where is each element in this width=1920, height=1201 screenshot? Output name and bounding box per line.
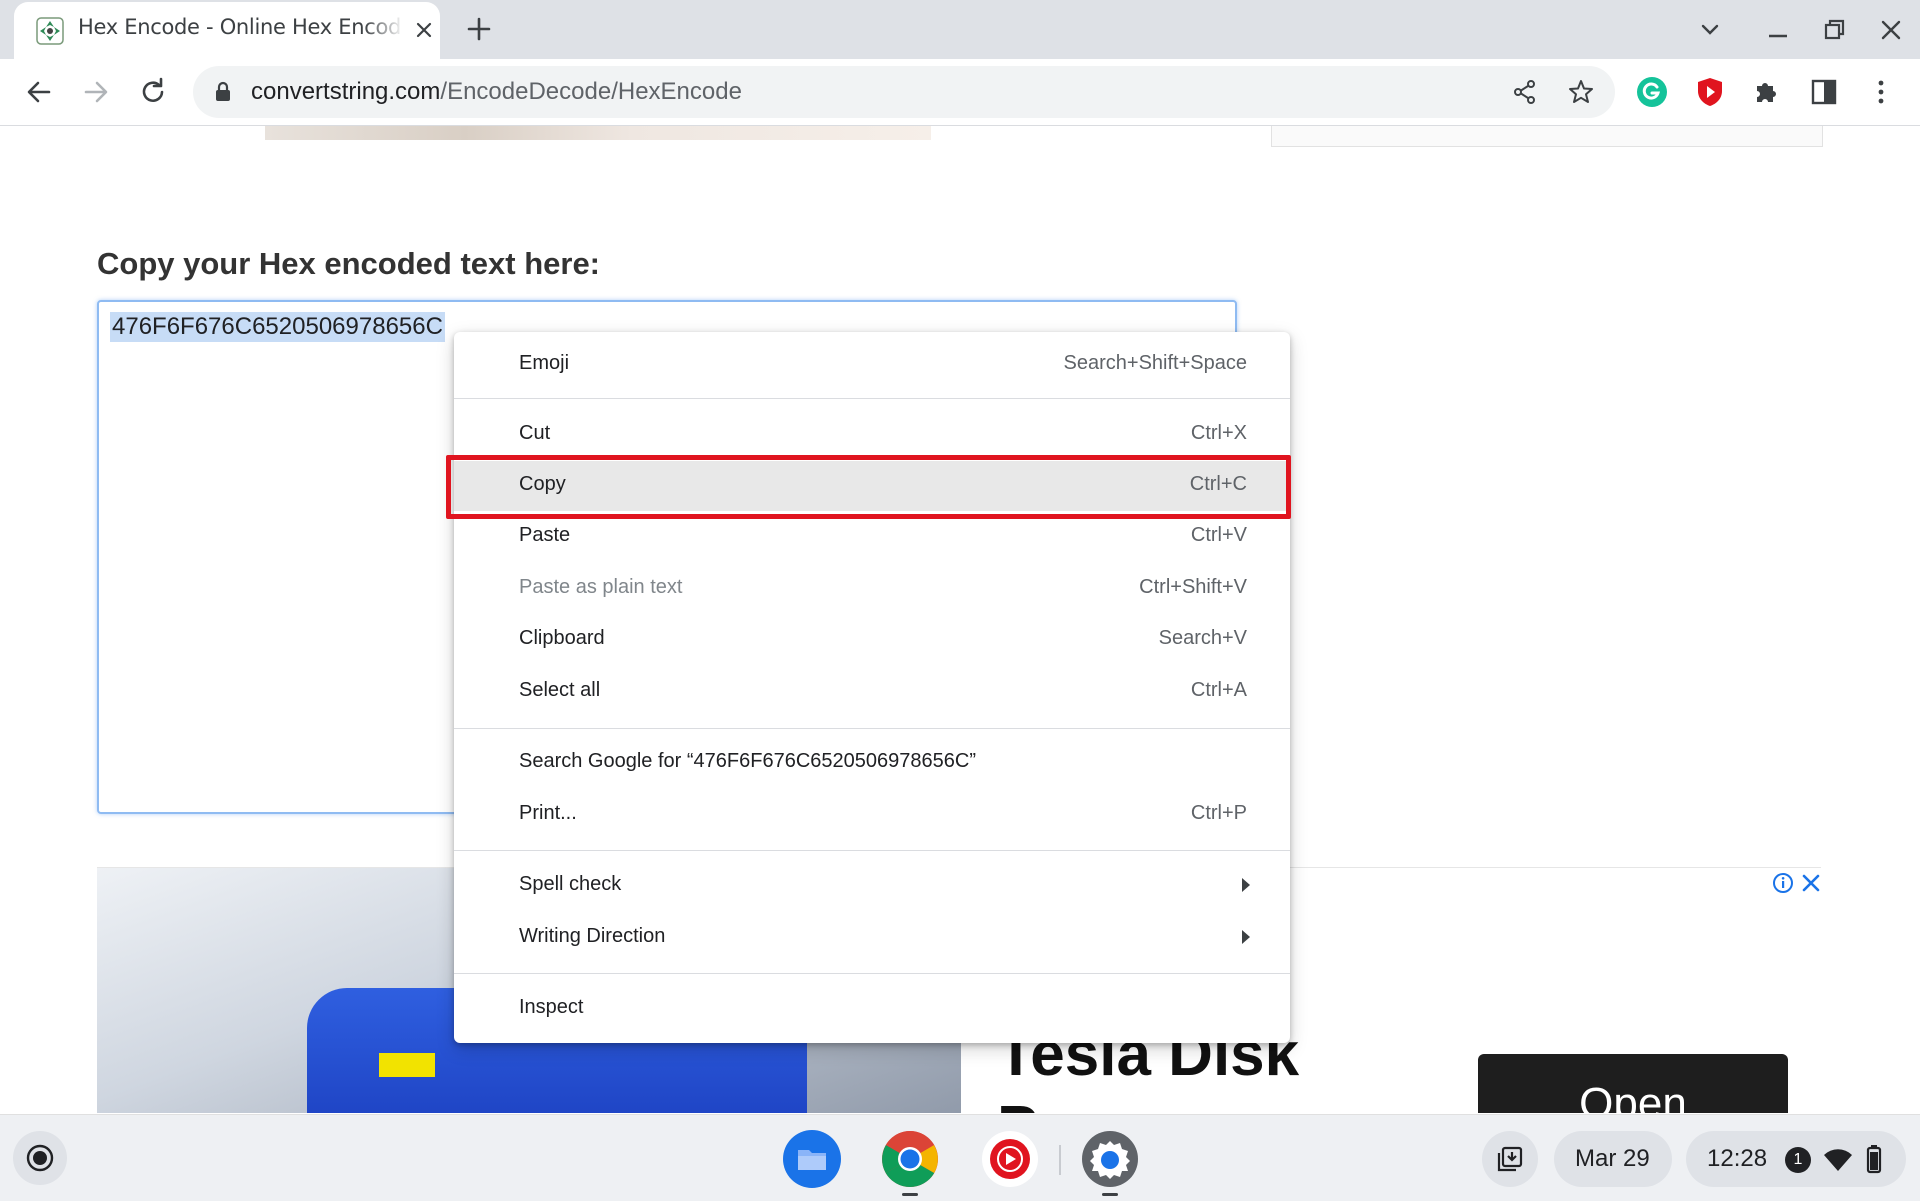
side-panel-icon[interactable] bbox=[1808, 76, 1840, 108]
submenu-arrow-icon bbox=[1242, 930, 1250, 944]
menu-item-label: Search Google for “476F6F676C65205069786… bbox=[519, 750, 976, 772]
menu-item-print[interactable]: Print... Ctrl+P bbox=[454, 790, 1290, 840]
top-image-partial bbox=[265, 126, 931, 140]
menu-item-search-google[interactable]: Search Google for “476F6F676C65205069786… bbox=[454, 738, 1290, 788]
menu-item-writing-direction[interactable]: Writing Direction bbox=[454, 913, 1290, 963]
ad-open-button[interactable]: Open bbox=[1478, 1054, 1788, 1113]
date-text: Mar 29 bbox=[1575, 1145, 1650, 1172]
settings-app-icon[interactable] bbox=[1080, 1129, 1140, 1189]
url-text: convertstring.com/EncodeDecode/HexEncode bbox=[251, 78, 742, 106]
menu-separator bbox=[454, 398, 1290, 399]
menu-item-clipboard[interactable]: Clipboard Search+V bbox=[454, 615, 1290, 665]
adblock-shield-icon[interactable] bbox=[1694, 76, 1726, 108]
menu-item-shortcut: Ctrl+X bbox=[1190, 422, 1247, 444]
menu-separator bbox=[454, 850, 1290, 851]
browser-toolbar: convertstring.com/EncodeDecode/HexEncode bbox=[0, 59, 1920, 126]
date-tray[interactable]: Mar 29 bbox=[1554, 1131, 1672, 1187]
menu-separator bbox=[454, 728, 1290, 729]
reload-icon[interactable] bbox=[134, 73, 172, 111]
address-bar[interactable]: convertstring.com/EncodeDecode/HexEncode bbox=[193, 66, 1615, 118]
restore-icon[interactable] bbox=[1818, 14, 1850, 46]
launcher-circle-icon bbox=[26, 1144, 54, 1172]
downloads-tray-icon bbox=[1497, 1146, 1523, 1172]
site-favicon-icon bbox=[36, 17, 64, 45]
grammarly-icon[interactable] bbox=[1636, 76, 1668, 108]
menu-item-shortcut: Search+V bbox=[1158, 627, 1247, 649]
battery-icon bbox=[1866, 1145, 1882, 1174]
menu-item-shortcut: Ctrl+C bbox=[1189, 473, 1247, 495]
menu-item-paste[interactable]: Paste Ctrl+V bbox=[454, 512, 1290, 562]
holding-space-button[interactable] bbox=[1482, 1131, 1538, 1187]
context-menu: Emoji Search+Shift+Space Cut Ctrl+X Copy… bbox=[454, 332, 1290, 1043]
tab-search-chevron-icon[interactable] bbox=[1694, 14, 1726, 46]
clock-text: 12:28 bbox=[1707, 1145, 1768, 1172]
wifi-icon bbox=[1824, 1149, 1852, 1171]
menu-item-shortcut: Ctrl+V bbox=[1190, 524, 1247, 546]
menu-item-shortcut: Ctrl+Shift+V bbox=[1139, 576, 1247, 598]
chrome-running-indicator bbox=[902, 1193, 918, 1196]
menu-item-select-all[interactable]: Select all Ctrl+A bbox=[454, 667, 1290, 717]
menu-item-shortcut: Ctrl+P bbox=[1190, 802, 1247, 824]
menu-item-inspect[interactable]: Inspect bbox=[454, 984, 1290, 1034]
close-window-icon[interactable] bbox=[1875, 14, 1907, 46]
extensions-puzzle-icon[interactable] bbox=[1751, 76, 1783, 108]
ad-pump-label bbox=[379, 1053, 435, 1077]
menu-item-label: Inspect bbox=[519, 996, 584, 1018]
top-sidebar-box bbox=[1271, 126, 1823, 147]
os-shelf: Mar 29 12:28 1 bbox=[0, 1114, 1920, 1201]
browser-tab[interactable]: Hex Encode - Online Hex Encoder bbox=[14, 2, 440, 59]
more-menu-icon[interactable] bbox=[1865, 76, 1897, 108]
menu-item-paste-plain-text: Paste as plain text Ctrl+Shift+V bbox=[454, 564, 1290, 614]
menu-item-label: Paste as plain text bbox=[519, 576, 683, 598]
selected-hex-text[interactable]: 476F6F676C6520506978656C bbox=[110, 312, 445, 342]
menu-item-label: Clipboard bbox=[519, 627, 605, 649]
menu-item-label: Select all bbox=[519, 679, 601, 701]
menu-item-shortcut: Ctrl+A bbox=[1190, 679, 1247, 701]
tab-title: Hex Encode - Online Hex Encoder bbox=[78, 15, 400, 39]
close-tab-icon[interactable] bbox=[412, 18, 436, 42]
menu-item-label: Cut bbox=[519, 422, 551, 444]
menu-item-label: Spell check bbox=[519, 873, 622, 895]
menu-item-label: Emoji bbox=[519, 352, 570, 374]
minimize-icon[interactable] bbox=[1762, 14, 1794, 46]
menu-item-label: Paste bbox=[519, 524, 571, 546]
ad-info-icon[interactable] bbox=[1772, 872, 1794, 894]
menu-item-label: Copy bbox=[519, 473, 566, 495]
settings-running-indicator bbox=[1102, 1193, 1118, 1196]
submenu-arrow-icon bbox=[1242, 878, 1250, 892]
forward-arrow-icon[interactable] bbox=[77, 73, 115, 111]
menu-item-label: Writing Direction bbox=[519, 925, 666, 947]
launcher-button[interactable] bbox=[13, 1131, 67, 1185]
youtube-music-app-icon[interactable] bbox=[980, 1129, 1040, 1189]
chrome-app-icon[interactable] bbox=[880, 1129, 940, 1189]
notification-count-badge: 1 bbox=[1785, 1147, 1811, 1173]
ad-headline-line2: Pumps bbox=[997, 1094, 1204, 1113]
share-icon[interactable] bbox=[1511, 78, 1539, 106]
shelf-divider bbox=[1059, 1145, 1061, 1175]
menu-item-emoji[interactable]: Emoji Search+Shift+Space bbox=[454, 340, 1290, 390]
url-domain: convertstring.com bbox=[251, 78, 441, 105]
back-arrow-icon[interactable] bbox=[20, 73, 58, 111]
url-path: /EncodeDecode/HexEncode bbox=[440, 78, 742, 105]
tab-strip: Hex Encode - Online Hex Encoder bbox=[0, 0, 1920, 59]
menu-item-shortcut: Search+Shift+Space bbox=[1063, 352, 1247, 374]
status-tray[interactable]: 12:28 1 bbox=[1686, 1131, 1906, 1187]
files-app-icon[interactable] bbox=[782, 1129, 842, 1189]
new-tab-icon[interactable] bbox=[462, 12, 496, 46]
menu-item-label: Print... bbox=[519, 802, 577, 824]
menu-item-cut[interactable]: Cut Ctrl+X bbox=[454, 410, 1290, 460]
menu-item-copy[interactable]: Copy Ctrl+C bbox=[454, 461, 1290, 511]
menu-item-spell-check[interactable]: Spell check bbox=[454, 861, 1290, 911]
ad-close-icon[interactable] bbox=[1800, 872, 1822, 894]
page-heading: Copy your Hex encoded text here: bbox=[97, 246, 601, 281]
tab-title-fade bbox=[364, 12, 404, 46]
lock-icon[interactable] bbox=[213, 81, 233, 103]
menu-separator bbox=[454, 973, 1290, 974]
bookmark-star-icon[interactable] bbox=[1567, 78, 1595, 106]
